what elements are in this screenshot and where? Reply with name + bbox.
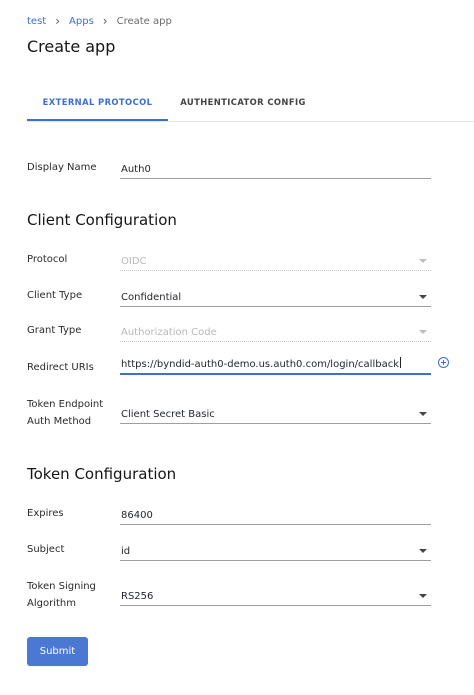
token-configuration-title: Token Configuration xyxy=(27,465,177,483)
redirect-uri-value: https://byndid-auth0-demo.us.auth0.com/l… xyxy=(121,357,401,370)
token-endpoint-auth-select[interactable]: Client Secret Basic xyxy=(120,403,431,424)
token-signing-label-line2: Algorithm xyxy=(27,598,76,609)
chevron-right-icon: › xyxy=(102,14,108,28)
client-type-label: Client Type xyxy=(27,290,83,301)
token-endpoint-auth-value: Client Secret Basic xyxy=(121,409,215,420)
caret-down-icon xyxy=(419,594,427,598)
breadcrumb-current: Create app xyxy=(116,15,172,27)
protocol-label: Protocol xyxy=(27,254,68,265)
display-name-input[interactable]: Auth0 xyxy=(120,158,431,179)
token-signing-algorithm-select[interactable]: RS256 xyxy=(120,585,431,606)
breadcrumb: test › Apps › Create app xyxy=(27,13,172,29)
protocol-select: OIDC xyxy=(120,250,431,271)
tab-external-protocol[interactable]: EXTERNAL PROTOCOL xyxy=(27,88,168,121)
add-circle-icon[interactable] xyxy=(438,357,449,368)
subject-select[interactable]: id xyxy=(120,540,431,561)
redirect-uris-label: Redirect URIs xyxy=(27,362,94,373)
display-name-label: Display Name xyxy=(27,162,97,173)
caret-down-icon xyxy=(419,295,427,299)
breadcrumb-link-test[interactable]: test xyxy=(27,16,46,27)
submit-button[interactable]: Submit xyxy=(27,637,88,666)
token-signing-value: RS256 xyxy=(121,591,154,602)
display-name-value: Auth0 xyxy=(121,164,151,175)
subject-label: Subject xyxy=(27,544,65,555)
grant-type-select: Authorization Code xyxy=(120,321,431,342)
caret-down-icon xyxy=(419,549,427,553)
grant-type-value: Authorization Code xyxy=(121,327,217,338)
caret-down-icon xyxy=(419,412,427,416)
client-type-value: Confidential xyxy=(121,292,182,303)
token-endpoint-label-line1: Token Endpoint xyxy=(27,399,104,410)
protocol-value: OIDC xyxy=(121,256,147,267)
expires-value: 86400 xyxy=(121,510,153,521)
tab-bar: EXTERNAL PROTOCOL AUTHENTICATOR CONFIG xyxy=(27,88,474,122)
expires-label: Expires xyxy=(27,508,64,519)
text-cursor xyxy=(399,357,401,368)
caret-down-icon xyxy=(419,330,427,334)
grant-type-label: Grant Type xyxy=(27,325,82,336)
breadcrumb-link-apps[interactable]: Apps xyxy=(69,16,94,27)
page-title: Create app xyxy=(27,37,116,56)
token-endpoint-label-line2: Auth Method xyxy=(27,416,92,427)
subject-value: id xyxy=(121,546,131,557)
chevron-right-icon: › xyxy=(55,14,61,28)
client-configuration-title: Client Configuration xyxy=(27,211,177,229)
token-signing-label-line1: Token Signing xyxy=(27,581,96,592)
expires-input[interactable]: 86400 xyxy=(120,504,431,525)
redirect-uri-input[interactable]: https://byndid-auth0-demo.us.auth0.com/l… xyxy=(120,354,431,375)
client-type-select[interactable]: Confidential xyxy=(120,286,431,307)
tab-authenticator-config[interactable]: AUTHENTICATOR CONFIG xyxy=(168,88,318,121)
caret-down-icon xyxy=(419,259,427,263)
redirect-uri-text: https://byndid-auth0-demo.us.auth0.com/l… xyxy=(121,359,399,370)
